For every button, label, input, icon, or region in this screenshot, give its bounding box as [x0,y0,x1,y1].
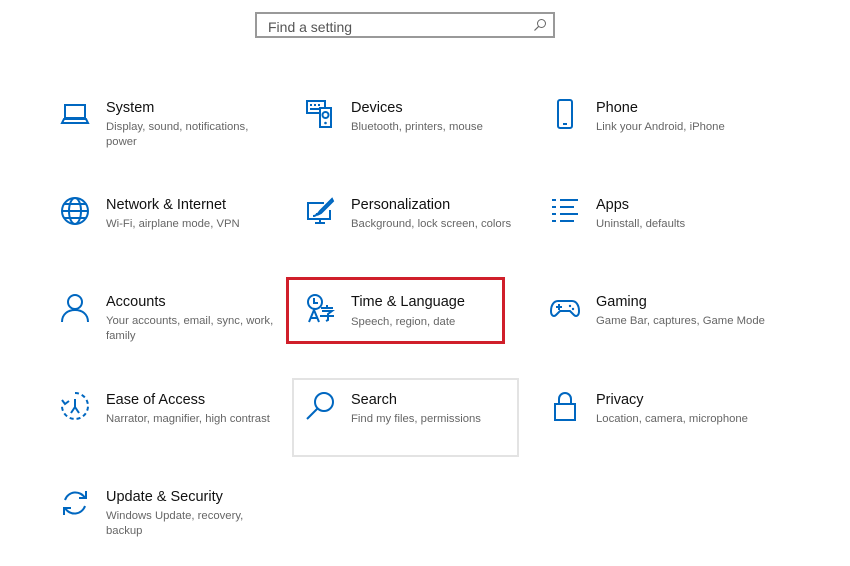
tile-title: Devices [351,100,403,116]
tile-apps[interactable]: Apps Uninstall, defaults [550,196,776,274]
paint-icon [307,197,335,224]
lock-icon [554,392,576,421]
ease-of-access-icon [61,392,89,420]
globe-icon [61,197,89,225]
tile-network[interactable]: Network & Internet Wi-Fi, airplane mode,… [60,196,286,274]
gamepad-icon [550,300,580,317]
tile-phone[interactable]: Phone Link your Android, iPhone [550,99,776,177]
tile-description: Bluetooth, printers, mouse [351,121,483,133]
tile-description: Speech, region, date [351,316,456,328]
tile-description: Your accounts, email, sync, work, family [106,315,274,342]
search-icon[interactable] [533,18,547,32]
tile-title: Privacy [596,392,644,408]
time-language-icon [307,294,335,323]
tile-title: Search [351,392,397,408]
devices-icon [306,100,332,128]
tile-description: Background, lock screen, colors [351,218,512,230]
tile-title: Phone [596,100,638,116]
search-input[interactable] [266,17,530,37]
tile-system[interactable]: System Display, sound, notifications, po… [60,99,286,177]
tile-description: Windows Update, recovery, backup [106,510,244,537]
tile-description: Narrator, magnifier, high contrast [106,413,270,425]
tile-title: Network & Internet [106,197,227,213]
tile-title: Ease of Access [106,392,206,408]
tile-privacy[interactable]: Privacy Location, camera, microphone [550,391,776,469]
tile-description: Wi-Fi, airplane mode, VPN [106,218,240,230]
tile-title: Accounts [106,294,166,310]
apps-list-icon [552,199,578,222]
tile-description: Link your Android, iPhone [596,121,725,133]
tile-description: Display, sound, notifications, power [106,121,249,148]
tile-title: Gaming [596,294,647,310]
tile-devices[interactable]: Devices Bluetooth, printers, mouse [305,99,531,177]
tile-search[interactable]: Search Find my files, permissions [292,378,519,457]
tile-time-language[interactable]: Time & Language Speech, region, date [286,277,505,344]
sync-icon [63,491,87,515]
search-box[interactable] [255,12,555,38]
person-icon [61,294,89,323]
tile-accounts[interactable]: Accounts Your accounts, email, sync, wor… [60,293,286,371]
tile-title: System [106,100,155,116]
phone-icon [557,99,573,129]
tile-description: Uninstall, defaults [596,218,686,230]
tile-description: Find my files, permissions [351,413,481,425]
tile-update-security[interactable]: Update & Security Windows Update, recove… [60,488,286,566]
laptop-icon [60,104,90,124]
tile-title: Time & Language [351,294,465,310]
tile-description: Game Bar, captures, Game Mode [596,315,765,327]
tile-personalization[interactable]: Personalization Background, lock screen,… [305,196,531,274]
tile-description: Location, camera, microphone [596,413,748,425]
magnifier-icon [306,392,334,420]
tile-gaming[interactable]: Gaming Game Bar, captures, Game Mode [550,293,776,371]
tile-title: Update & Security [106,489,223,505]
tile-title: Apps [596,197,630,213]
tile-ease-of-access[interactable]: Ease of Access Narrator, magnifier, high… [60,391,286,469]
tile-title: Personalization [351,197,451,213]
